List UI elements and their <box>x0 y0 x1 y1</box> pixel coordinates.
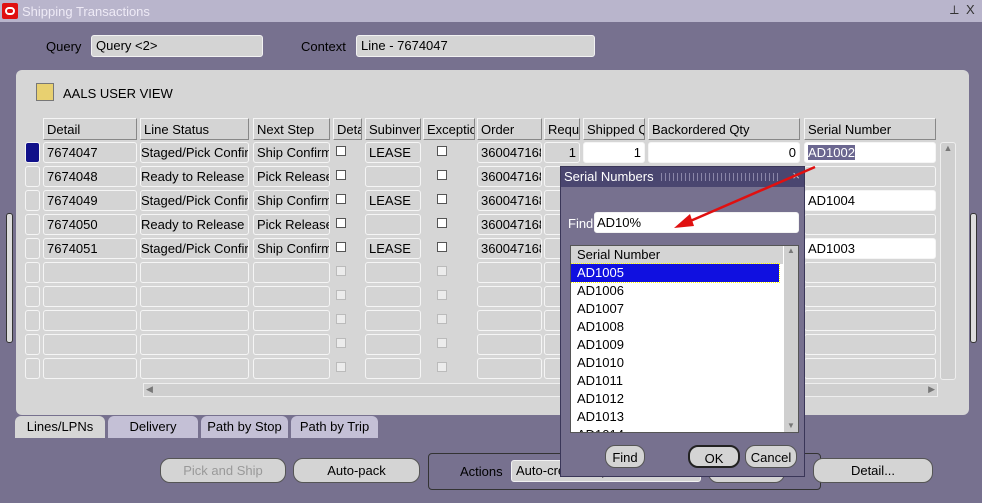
annotation-arrow <box>674 165 816 228</box>
